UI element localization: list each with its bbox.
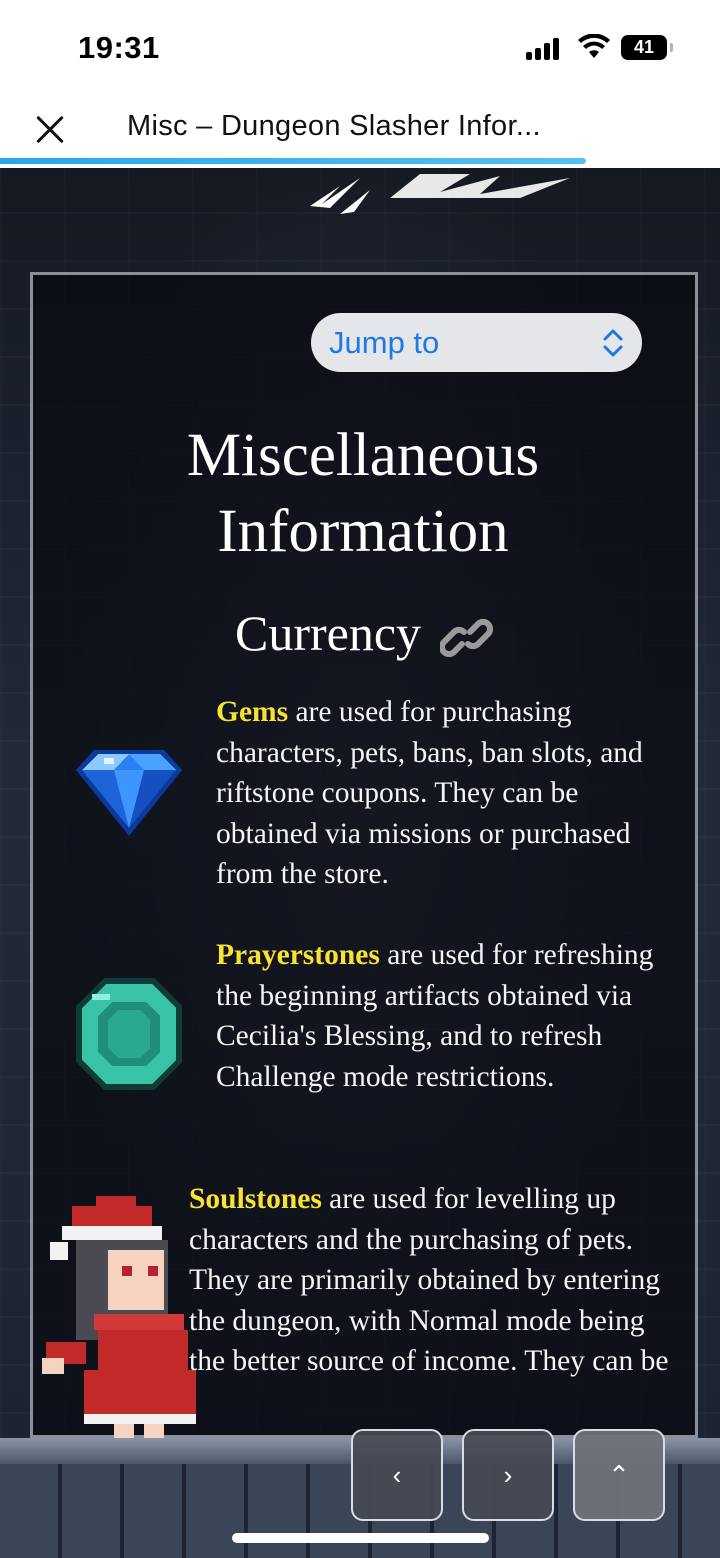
jump-to-select[interactable]: Jump to [311, 313, 642, 372]
status-bar: 19:31 41 [0, 0, 720, 94]
status-time: 19:31 [78, 30, 160, 65]
screen: { "status_bar": {"time": "19:31", "batte… [0, 0, 720, 1558]
gems-label: Gems [216, 696, 289, 728]
browser-header: Misc – Dungeon Slasher Infor... [0, 94, 720, 168]
next-page-button[interactable]: › [462, 1429, 554, 1521]
prayerstone-icon [76, 978, 182, 1090]
anchor-link-icon[interactable] [440, 618, 494, 658]
gem-icon [76, 750, 182, 836]
currency-gems-text: Gems are used for purchasing characters,… [216, 692, 676, 895]
chevron-up-down-icon [603, 329, 623, 357]
scroll-top-button[interactable]: ⌃ [573, 1429, 665, 1521]
section-title-currency: Currency [235, 605, 422, 661]
home-indicator [232, 1533, 489, 1543]
cellular-signal-icon [526, 36, 564, 60]
soulstones-label: Soulstones [189, 1183, 322, 1215]
battery-icon: 41 [621, 35, 673, 60]
prev-page-button[interactable]: ‹ [351, 1429, 443, 1521]
game-logo-fragment [310, 174, 570, 214]
page-heading: Miscellaneous Information [186, 422, 540, 565]
loading-progress-bar [0, 158, 586, 164]
jump-to-label: Jump to [329, 325, 440, 360]
wifi-icon [578, 34, 610, 58]
currency-prayerstones-text: Prayerstones are used for refreshing the… [216, 935, 676, 1097]
prayerstones-label: Prayerstones [216, 939, 380, 971]
currency-soulstones-text: Soulstones are used for levelling up cha… [189, 1179, 679, 1382]
close-icon[interactable] [30, 110, 70, 150]
page-title-bar: Misc – Dungeon Slasher Infor... [127, 110, 541, 142]
